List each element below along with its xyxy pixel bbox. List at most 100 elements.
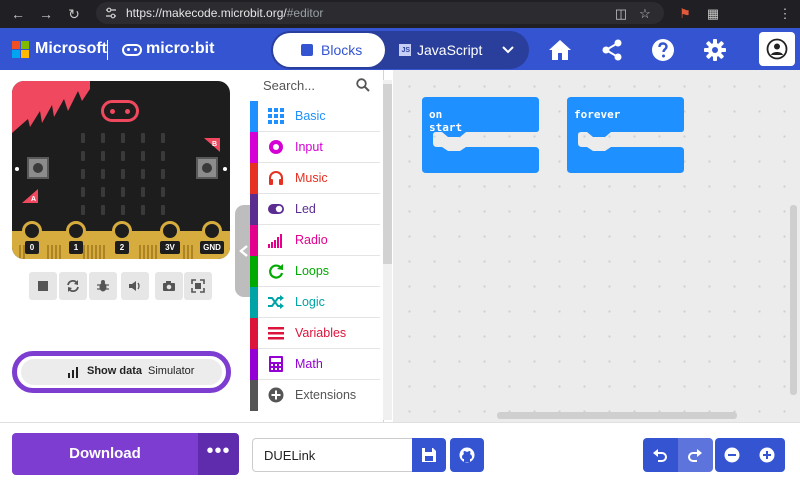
category-label: Basic [295, 109, 326, 123]
share-icon[interactable] [600, 38, 624, 62]
chevron-down-icon[interactable] [501, 42, 515, 56]
product-name: micro:bit [146, 40, 215, 57]
undo-button[interactable] [643, 438, 678, 472]
category-led[interactable]: Led [250, 194, 380, 225]
github-button[interactable] [450, 438, 484, 472]
back-arrow-icon[interactable]: ← [8, 4, 28, 24]
pin-1-hole[interactable] [66, 221, 86, 241]
led [81, 133, 85, 143]
reload-icon[interactable]: ↻ [64, 4, 84, 24]
shuffle-icon [268, 295, 284, 309]
account-button[interactable] [759, 32, 795, 66]
led [141, 205, 145, 215]
led [141, 133, 145, 143]
pin-gnd-hole[interactable] [202, 221, 222, 241]
url-text: https://makecode.microbit.org/#editor [126, 6, 324, 20]
restart-button[interactable] [59, 272, 87, 300]
github-icon [459, 447, 475, 463]
category-label: Variables [295, 326, 347, 340]
extension-flag-icon[interactable]: ⚑ [676, 5, 694, 23]
brand-divider [107, 40, 108, 60]
led [121, 169, 125, 179]
zoom-in-button[interactable] [750, 438, 785, 472]
show-data-simulator-button[interactable]: Show data Simulator [12, 351, 231, 393]
led [121, 133, 125, 143]
redo-button[interactable] [678, 438, 713, 472]
category-loops[interactable]: Loops [250, 256, 380, 287]
category-radio[interactable]: Radio [250, 225, 380, 256]
mute-button[interactable] [121, 272, 149, 300]
led [101, 151, 105, 161]
save-button[interactable] [412, 438, 446, 472]
javascript-mode-button[interactable]: JavaScript [417, 42, 482, 58]
led [141, 169, 145, 179]
category-basic[interactable]: Basic [250, 101, 380, 132]
site-settings-icon[interactable] [104, 6, 118, 20]
pin-2-hole[interactable] [112, 221, 132, 241]
stop-button[interactable] [29, 272, 57, 300]
editor-footer: Download ••• [0, 422, 800, 481]
install-app-icon[interactable]: ◫ [612, 5, 630, 23]
debug-button[interactable] [89, 272, 117, 300]
microbit-logo-icon [122, 44, 142, 56]
show-data-label: Show data [87, 365, 143, 377]
minus-circle-icon [724, 447, 740, 463]
category-variables[interactable]: Variables [250, 318, 380, 349]
editor-mode-toggle: Blocks JS JavaScript [271, 31, 529, 69]
speaker-icon [129, 281, 140, 291]
search-icon[interactable] [356, 78, 370, 92]
blocks-mode-label: Blocks [321, 42, 363, 58]
category-input[interactable]: Input [250, 132, 380, 163]
svg-text:B: B [212, 141, 217, 148]
undo-icon [653, 449, 667, 462]
pin-label: 0 [25, 241, 39, 254]
led [101, 169, 105, 179]
workspace-vertical-scrollbar[interactable] [790, 205, 797, 395]
svg-text:A: A [31, 196, 36, 203]
category-extensions[interactable]: Extensions [250, 380, 380, 411]
category-music[interactable]: Music [250, 163, 380, 194]
project-name-input[interactable] [252, 438, 414, 472]
button-a[interactable] [27, 157, 49, 179]
edge-dot [223, 167, 227, 171]
headphones-icon [269, 171, 283, 185]
home-icon[interactable] [548, 38, 572, 62]
camera-icon [163, 281, 175, 291]
calculator-icon [269, 356, 283, 372]
gear-icon[interactable] [703, 38, 727, 62]
download-more-button[interactable]: ••• [198, 433, 239, 475]
microbit-simulator-board[interactable]: A B 0 1 2 3V GND [12, 81, 230, 259]
forward-arrow-icon[interactable]: → [36, 4, 56, 24]
led [101, 205, 105, 215]
pin-0-hole[interactable] [22, 221, 42, 241]
logo-touch-icon[interactable] [101, 100, 139, 122]
fullscreen-button[interactable] [184, 272, 212, 300]
category-label: Radio [295, 233, 328, 247]
circle-dot-icon [269, 140, 283, 154]
extensions-puzzle-icon[interactable]: ▦ [704, 5, 722, 23]
category-logic[interactable]: Logic [250, 287, 380, 318]
bar-chart-icon [68, 367, 78, 378]
zoom-out-button[interactable] [715, 438, 750, 472]
screenshot-button[interactable] [155, 272, 183, 300]
search-input[interactable] [263, 76, 363, 94]
category-label: Loops [295, 264, 330, 278]
address-bar[interactable]: https://makecode.microbit.org/#editor [96, 2, 664, 24]
plus-circle-icon [759, 447, 775, 463]
download-button[interactable]: Download [12, 433, 198, 475]
help-icon[interactable] [651, 38, 675, 62]
blocks-mode-button[interactable]: Blocks [273, 33, 385, 67]
category-math[interactable]: Math [250, 349, 380, 380]
led [121, 205, 125, 215]
button-b[interactable] [196, 157, 218, 179]
toolbox: Basic Input Music Led Radio [250, 70, 384, 422]
toggle-icon [268, 204, 284, 214]
bookmark-star-icon[interactable]: ☆ [636, 5, 654, 23]
browser-menu-icon[interactable]: ⋮ [776, 5, 794, 23]
toolbox-scrollbar[interactable] [383, 80, 392, 420]
list-lines-icon [268, 327, 284, 340]
workspace-horizontal-scrollbar[interactable] [497, 412, 737, 419]
signal-bars-icon [268, 234, 282, 248]
pin-3v-hole[interactable] [160, 221, 180, 241]
led [161, 205, 165, 215]
